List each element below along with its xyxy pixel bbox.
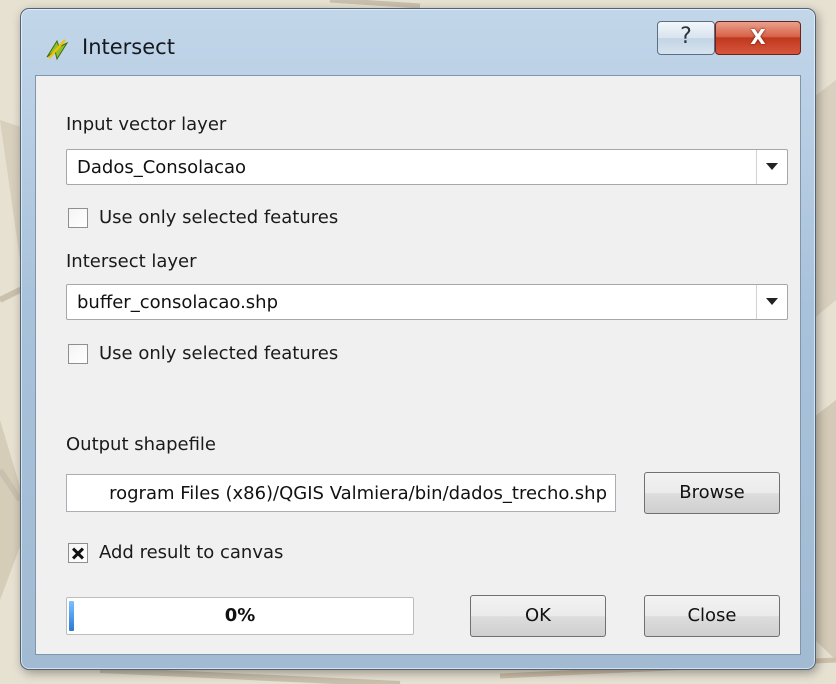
input-layer-label: Input vector layer (66, 114, 227, 135)
close-icon: X (750, 25, 766, 49)
output-path-value: rogram Files (x86)/QGIS Valmiera/bin/dad… (109, 483, 607, 504)
add-to-canvas-checkbox-row[interactable]: Add result to canvas (68, 542, 283, 563)
browse-button[interactable]: Browse (644, 472, 780, 514)
intersect-layer-value: buffer_consolacao.shp (77, 292, 279, 313)
help-icon: ? (680, 24, 692, 49)
progress-percent: 0% (224, 605, 256, 626)
output-shapefile-label: Output shapefile (66, 434, 216, 455)
intersect-dialog: Intersect ? X Input vector layer Dados_C… (20, 8, 816, 670)
intersect-selected-only-checkbox[interactable] (68, 343, 88, 364)
window-title: Intersect (82, 35, 175, 59)
title-bar[interactable]: Intersect ? X (21, 9, 815, 79)
input-selected-only-checkbox[interactable] (68, 207, 88, 228)
intersect-layer-combobox[interactable]: buffer_consolacao.shp (66, 284, 788, 320)
dropdown-arrow-icon (756, 285, 787, 319)
add-to-canvas-label: Add result to canvas (99, 542, 284, 563)
intersect-selected-only-label: Use only selected features (99, 343, 339, 364)
add-to-canvas-checkbox[interactable] (68, 542, 88, 563)
output-path-input[interactable]: rogram Files (x86)/QGIS Valmiera/bin/dad… (66, 474, 616, 512)
dialog-body: Input vector layer Dados_Consolacao Use … (35, 75, 801, 655)
close-button[interactable]: Close (644, 595, 780, 637)
input-selected-only-checkbox-row[interactable]: Use only selected features (68, 207, 338, 228)
input-selected-only-label: Use only selected features (99, 207, 339, 228)
progress-bar: 0% (66, 597, 414, 635)
intersect-layer-label: Intersect layer (66, 251, 197, 272)
input-layer-combobox[interactable]: Dados_Consolacao (66, 149, 788, 185)
dropdown-arrow-icon (756, 150, 787, 184)
qgis-intersect-icon (46, 39, 69, 61)
help-button[interactable]: ? (657, 21, 715, 55)
window-close-button[interactable]: X (715, 21, 801, 55)
intersect-selected-only-checkbox-row[interactable]: Use only selected features (68, 343, 338, 364)
input-layer-value: Dados_Consolacao (77, 157, 247, 178)
ok-button[interactable]: OK (470, 595, 606, 637)
